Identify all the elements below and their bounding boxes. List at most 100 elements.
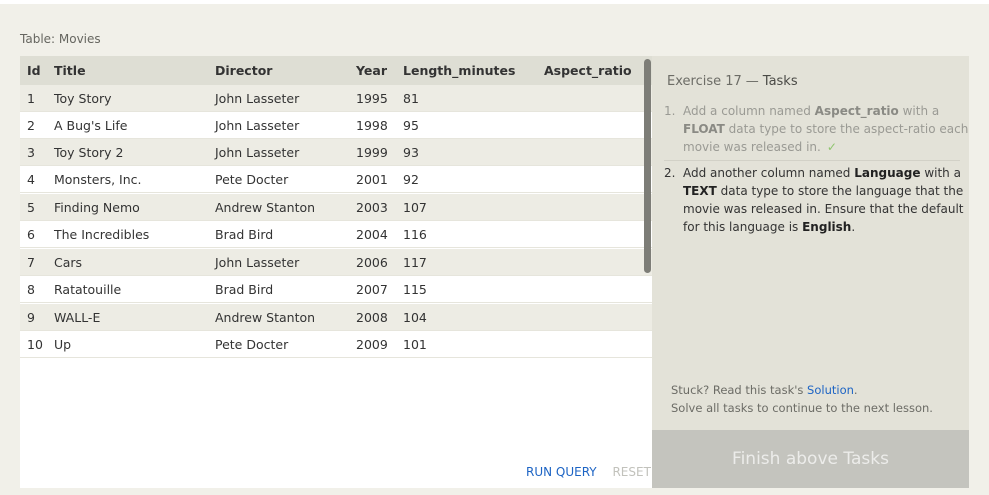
- task-text-part: with a: [898, 104, 940, 118]
- cell-title: Up: [54, 337, 72, 352]
- cell-director: Brad Bird: [215, 282, 274, 297]
- cell-director: John Lasseter: [215, 91, 300, 106]
- tasks-heading: Tasks: [762, 74, 798, 89]
- cell-year: 2009: [356, 337, 388, 352]
- cell-year: 2003: [356, 200, 388, 215]
- table-row: 5 Finding Nemo Andrew Stanton 2003 107: [20, 194, 652, 221]
- cell-length-minutes: 117: [403, 255, 427, 270]
- cell-director: Pete Docter: [215, 172, 289, 187]
- cell-year: 2006: [356, 255, 388, 270]
- table-row: 1 Toy Story John Lasseter 1995 81: [20, 85, 652, 112]
- exercise-number: Exercise 17: [667, 74, 742, 89]
- table-row: 9 WALL-E Andrew Stanton 2008 104: [20, 304, 652, 331]
- task-number: 1.: [664, 104, 676, 118]
- solve-all-text: Solve all tasks to continue to the next …: [671, 401, 933, 415]
- cell-director: Andrew Stanton: [215, 310, 316, 325]
- tasks-panel: Exercise 17— Tasks 1. Add a column named …: [652, 56, 969, 488]
- table-header-row: Id Title Director Year Length_minutes As…: [20, 56, 652, 85]
- cell-title: The Incredibles: [54, 227, 150, 242]
- table-row: 6 The Incredibles Brad Bird 2004 116: [20, 221, 652, 248]
- cell-year: 2001: [356, 172, 388, 187]
- cell-id: 2: [27, 118, 35, 133]
- cell-length-minutes: 101: [403, 337, 427, 352]
- cell-title: Finding Nemo: [54, 200, 140, 215]
- solution-link[interactable]: Solution: [807, 383, 854, 397]
- cell-id: 8: [27, 282, 35, 297]
- run-query-button[interactable]: RUN QUERY: [526, 465, 597, 479]
- cell-id: 5: [27, 200, 35, 215]
- cell-title: WALL-E: [54, 310, 101, 325]
- cell-length-minutes: 92: [403, 172, 419, 187]
- cell-id: 9: [27, 310, 35, 325]
- column-header-aspect-ratio: Aspect_ratio: [544, 63, 632, 78]
- cell-id: 3: [27, 145, 35, 160]
- table-row: 10 Up Pete Docter 2009 101: [20, 331, 652, 358]
- table-caption: Table: Movies: [20, 32, 101, 46]
- stuck-line: Stuck? Read this task's Solution.: [671, 381, 933, 399]
- cell-director: Andrew Stanton: [215, 200, 316, 215]
- cell-id: 4: [27, 172, 35, 187]
- cell-length-minutes: 115: [403, 282, 427, 297]
- cell-length-minutes: 95: [403, 118, 419, 133]
- task-text: Add another column named Language with a…: [683, 164, 973, 236]
- cell-year: 2008: [356, 310, 388, 325]
- table-row: 8 Ratatouille Brad Bird 2007 115: [20, 276, 652, 303]
- column-header-length-minutes: Length_minutes: [403, 63, 516, 78]
- title-dash: —: [745, 74, 759, 89]
- cell-year: 1998: [356, 118, 388, 133]
- task-text-part: Add a column named: [683, 104, 815, 118]
- cell-director: Pete Docter: [215, 337, 289, 352]
- cell-length-minutes: 116: [403, 227, 427, 242]
- exercise-container: Table: Movies Id Title Director Year Len…: [0, 4, 989, 495]
- task-text-part: with a: [920, 166, 961, 180]
- checkmark-icon: ✓: [826, 140, 837, 154]
- column-header-id: Id: [27, 63, 41, 78]
- task-number: 2.: [664, 166, 676, 180]
- results-panel: Id Title Director Year Length_minutes As…: [20, 56, 652, 488]
- cell-director: John Lasseter: [215, 118, 300, 133]
- cell-title: A Bug's Life: [54, 118, 128, 133]
- query-actions: RUN QUERY RESET: [526, 465, 651, 479]
- help-text: Stuck? Read this task's Solution. Solve …: [671, 381, 933, 417]
- cell-director: John Lasseter: [215, 255, 300, 270]
- cell-director: Brad Bird: [215, 227, 274, 242]
- column-header-title: Title: [54, 63, 86, 78]
- table-row: 2 A Bug's Life John Lasseter 1998 95: [20, 112, 652, 139]
- cell-id: 10: [27, 337, 43, 352]
- cell-year: 1999: [356, 145, 388, 160]
- task-keyword: English: [802, 220, 852, 234]
- cell-length-minutes: 107: [403, 200, 427, 215]
- table-row: 7 Cars John Lasseter 2006 117: [20, 249, 652, 276]
- cell-title: Cars: [54, 255, 83, 270]
- cell-year: 2004: [356, 227, 388, 242]
- task-keyword: Aspect_ratio: [814, 104, 899, 118]
- tasks-title: Exercise 17— Tasks: [667, 74, 798, 89]
- task-keyword: TEXT: [683, 184, 717, 198]
- stuck-prefix: Stuck? Read this task's: [671, 383, 808, 397]
- task-divider: [664, 160, 960, 161]
- stuck-suffix: .: [853, 383, 858, 397]
- cell-length-minutes: 104: [403, 310, 427, 325]
- table-scrollbar[interactable]: [644, 59, 651, 273]
- task-text-part: data type to store the aspect-ratio each…: [683, 122, 969, 154]
- task-keyword: Language: [854, 166, 921, 180]
- cell-id: 6: [27, 227, 35, 242]
- table-row: 4 Monsters, Inc. Pete Docter 2001 92: [20, 166, 652, 193]
- column-header-year: Year: [356, 63, 387, 78]
- cell-title: Ratatouille: [54, 282, 122, 297]
- cell-year: 2007: [356, 282, 388, 297]
- table-row: 3 Toy Story 2 John Lasseter 1999 93: [20, 139, 652, 166]
- cell-title: Toy Story 2: [54, 145, 124, 160]
- column-header-director: Director: [215, 63, 273, 78]
- reset-button[interactable]: RESET: [612, 465, 650, 479]
- cell-title: Monsters, Inc.: [54, 172, 142, 187]
- cell-id: 1: [27, 91, 35, 106]
- task-keyword: FLOAT: [683, 122, 725, 136]
- cell-length-minutes: 93: [403, 145, 419, 160]
- cell-director: John Lasseter: [215, 145, 300, 160]
- finish-tasks-button[interactable]: Finish above Tasks: [652, 430, 969, 488]
- cell-title: Toy Story: [54, 91, 112, 106]
- cell-id: 7: [27, 255, 35, 270]
- task-text: Add a column named Aspect_ratio with a F…: [683, 102, 973, 156]
- cell-year: 1995: [356, 91, 388, 106]
